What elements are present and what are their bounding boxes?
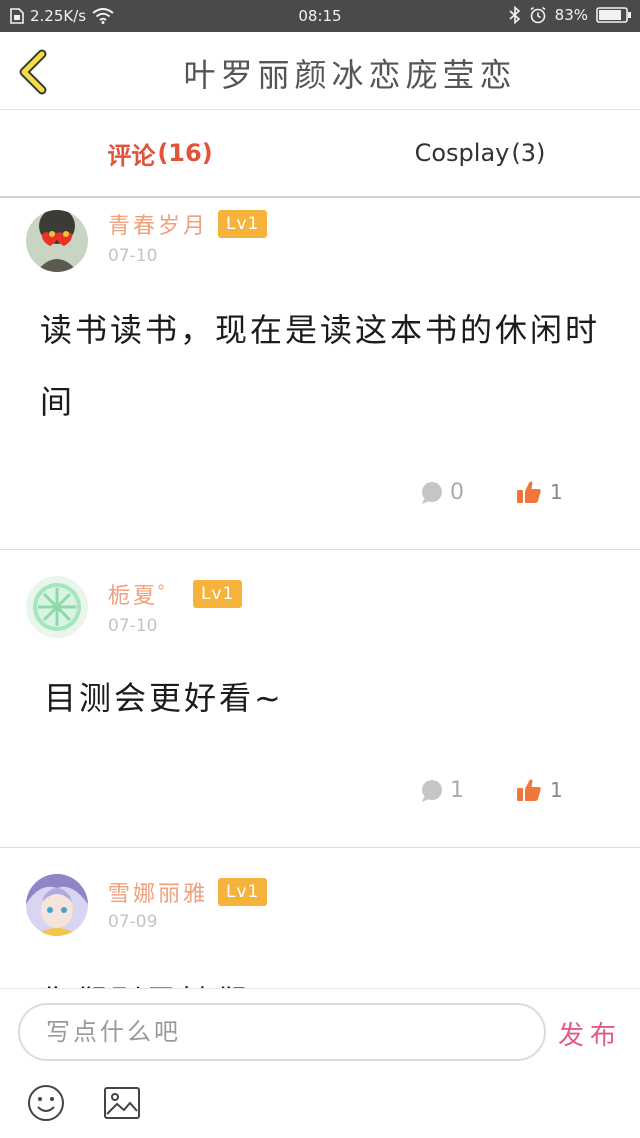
- comment-date: 07-10: [108, 616, 158, 636]
- level-badge: Lv1: [218, 878, 268, 906]
- reply-count: 1: [450, 778, 464, 803]
- like-count: 1: [550, 778, 563, 802]
- image-icon: [104, 1087, 140, 1119]
- emoji-button[interactable]: [26, 1083, 66, 1123]
- publish-button[interactable]: 发布: [558, 1015, 622, 1052]
- back-button[interactable]: [14, 48, 54, 96]
- reply-button[interactable]: 1: [420, 778, 464, 803]
- comment-actions: 0 1: [0, 480, 640, 510]
- tab-comments[interactable]: 评论 (16): [0, 110, 320, 196]
- user-line: 青春岁月 Lv1: [108, 208, 268, 240]
- alarm-icon: [530, 6, 546, 24]
- comment-text: 目测会更好看~: [44, 679, 284, 717]
- username[interactable]: 栀夏゜: [108, 578, 183, 610]
- comment-item: 青春岁月 Lv1 07-10 读书读书，现在是读这本书的休闲时间 0 1: [0, 198, 640, 550]
- user-line: 栀夏゜ Lv1: [108, 578, 243, 610]
- top-bar: 叶罗丽颜冰恋庞莹恋: [0, 32, 640, 110]
- tab-cosplay-label: Cosplay: [414, 139, 510, 167]
- comment-text: 读书读书，现在是读这本书的休闲时间: [40, 311, 601, 421]
- tab-cosplay-count: (3): [511, 139, 546, 167]
- comment-item: 雪娜丽雅 Lv1 07-09 你们别黑她们了！: [0, 848, 640, 988]
- chevron-left-icon: [19, 49, 47, 95]
- avatar[interactable]: [26, 874, 88, 936]
- user-line: 雪娜丽雅 Lv1: [108, 876, 268, 908]
- comment-bubble-icon: [422, 779, 442, 802]
- comment-text: 你们别黑她们了！: [40, 966, 610, 988]
- username[interactable]: 青春岁月: [108, 208, 208, 240]
- avatar[interactable]: [26, 576, 88, 638]
- tab-bar: 评论 (16) Cosplay (3): [0, 110, 640, 198]
- like-count: 1: [550, 480, 563, 504]
- comment-bubble-icon: [422, 481, 442, 504]
- tab-cosplay[interactable]: Cosplay (3): [320, 110, 640, 196]
- thumbs-up-icon: [517, 481, 541, 503]
- smiley-icon: [28, 1085, 64, 1121]
- image-button[interactable]: [102, 1083, 142, 1123]
- comment-input-bar: 发布: [0, 988, 640, 1138]
- avatar[interactable]: [26, 210, 88, 272]
- comment-date: 07-10: [108, 246, 158, 266]
- level-badge: Lv1: [193, 580, 243, 608]
- level-badge: Lv1: [218, 210, 268, 238]
- like-button[interactable]: 1: [516, 480, 563, 504]
- thumbs-up-icon: [517, 779, 541, 801]
- page-title: 叶罗丽颜冰恋庞莹恋: [183, 56, 517, 94]
- comment-actions: 1 1: [0, 778, 640, 808]
- status-right: 83%: [509, 6, 632, 24]
- status-bar: 2.25K/s 08:15 83%: [0, 0, 640, 32]
- like-button[interactable]: 1: [516, 778, 563, 802]
- tab-comments-count: (16): [157, 139, 213, 167]
- tab-comments-label: 评论: [107, 141, 156, 170]
- battery-icon: [596, 7, 631, 23]
- reply-count: 0: [450, 480, 464, 505]
- comment-item: 栀夏゜ Lv1 07-10 目测会更好看~ 1 1: [0, 550, 640, 848]
- reply-button[interactable]: 0: [420, 480, 464, 505]
- bluetooth-icon: [509, 6, 520, 24]
- battery-percent: 83%: [554, 6, 588, 24]
- comment-input[interactable]: [18, 1003, 546, 1061]
- username[interactable]: 雪娜丽雅: [108, 876, 208, 908]
- comment-date: 07-09: [108, 912, 158, 932]
